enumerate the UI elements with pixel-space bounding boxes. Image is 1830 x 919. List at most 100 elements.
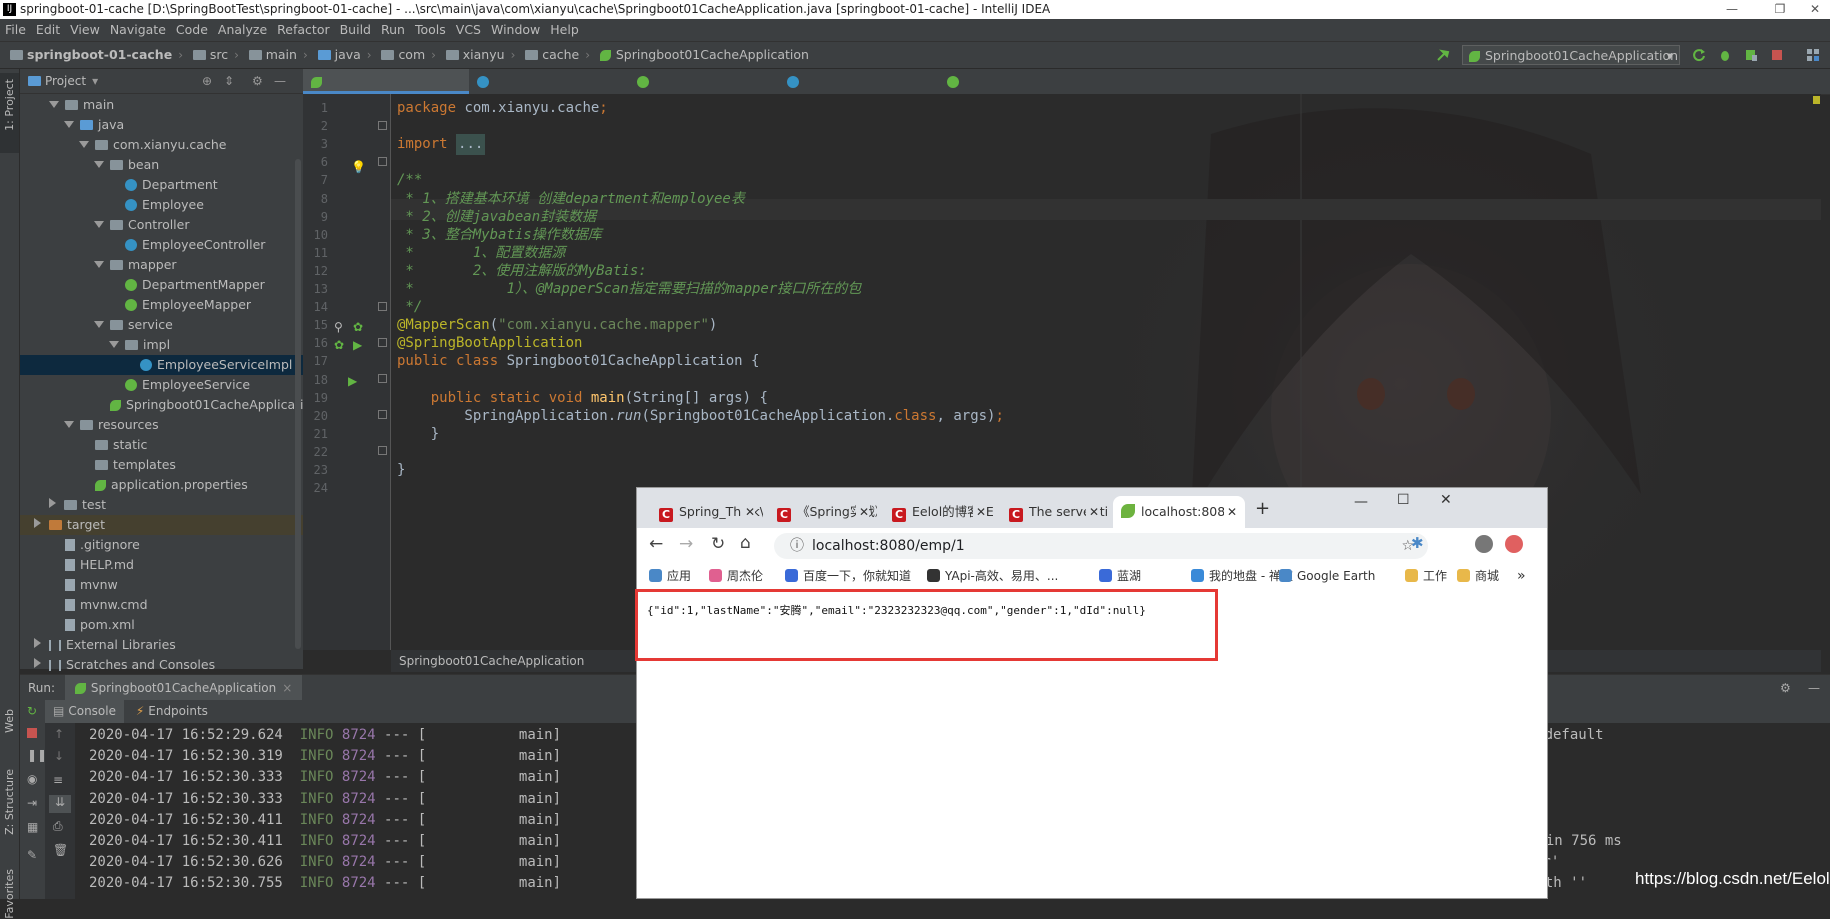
- menu-item-build[interactable]: Build: [335, 22, 376, 37]
- breadcrumb-cache[interactable]: cache: [521, 42, 583, 68]
- menu-item-window[interactable]: Window: [486, 22, 545, 37]
- chevron-right-icon[interactable]: [34, 638, 41, 648]
- tree-item-departmentmapper[interactable]: DepartmentMapper: [20, 275, 303, 295]
- browser-tab[interactable]: CThe server tin✕: [1001, 496, 1107, 528]
- close-icon[interactable]: ×: [282, 681, 292, 695]
- tree-item-test[interactable]: test: [20, 495, 303, 515]
- menu-item-refactor[interactable]: Refactor: [272, 22, 334, 37]
- tree-item-help-md[interactable]: HELP.md: [20, 555, 303, 575]
- back-arrow-icon[interactable]: ←: [649, 534, 663, 554]
- rerun-icon[interactable]: ↻: [27, 704, 37, 718]
- tree-item-employee[interactable]: Employee: [20, 195, 303, 215]
- gear-icon[interactable]: ⚙: [252, 69, 263, 93]
- chevron-down-icon[interactable]: [49, 101, 59, 108]
- breadcrumb-project[interactable]: springboot-01-cache: [6, 42, 176, 68]
- structure-tool-button[interactable]: Z: Structure: [3, 769, 16, 835]
- tree-item-com-xianyu-cache[interactable]: com.xianyu.cache: [20, 135, 303, 155]
- fold-marker-icon[interactable]: [378, 121, 387, 130]
- chevron-down-icon[interactable]: [64, 421, 74, 428]
- chevron-down-icon[interactable]: [79, 141, 89, 148]
- fold-marker-icon[interactable]: [378, 338, 387, 347]
- tree-item-static[interactable]: static: [20, 435, 303, 455]
- tree-item-springboot01cacheapplicati[interactable]: Springboot01CacheApplicati: [20, 395, 304, 415]
- chevron-down-icon[interactable]: ▾: [92, 74, 98, 88]
- run-config-tab[interactable]: Springboot01CacheApplication ×: [64, 675, 303, 701]
- chevron-right-icon[interactable]: [34, 518, 41, 528]
- tree-item-pom-xml[interactable]: pom.xml: [20, 615, 303, 635]
- fold-marker-icon[interactable]: [378, 410, 387, 419]
- tree-item-employeeserviceimpl[interactable]: EmployeeServiceImpl: [20, 355, 303, 375]
- chevron-right-icon[interactable]: [34, 658, 41, 668]
- close-icon[interactable]: ✕: [855, 496, 869, 528]
- forward-arrow-icon[interactable]: →: [679, 534, 693, 554]
- reload-icon[interactable]: ↻: [711, 534, 725, 554]
- favorites-tool-button[interactable]: Favorites: [3, 869, 16, 919]
- browser-tab[interactable]: C Eelol的博客_E ✕: [884, 496, 994, 528]
- browser-tab[interactable]: C《Spring实战》✕: [769, 496, 877, 528]
- scroll-to-end-icon[interactable]: ⇊: [49, 795, 71, 813]
- run-arrow-icon[interactable]: ▶: [348, 374, 357, 388]
- tree-item-application-properties[interactable]: application.properties: [20, 475, 303, 495]
- fold-marker-icon[interactable]: [378, 374, 387, 383]
- bookmark-item[interactable]: YApi-高效、易用、...: [927, 562, 1058, 590]
- menu-item-analyze[interactable]: Analyze: [213, 22, 272, 37]
- menu-item-edit[interactable]: Edit: [31, 22, 65, 37]
- browser-tab[interactable]: C Spring_Think\ ✕: [651, 496, 763, 528]
- fold-marker-icon[interactable]: [378, 446, 387, 455]
- exit-icon[interactable]: ⇥: [27, 796, 37, 810]
- up-arrow-icon[interactable]: ↑: [54, 727, 64, 741]
- hide-panel-icon[interactable]: —: [1808, 675, 1820, 701]
- run-arrow-icon[interactable]: ▶: [353, 338, 362, 352]
- collapse-all-icon[interactable]: ⇕: [224, 69, 234, 93]
- debug-bug-icon[interactable]: [1718, 48, 1732, 62]
- bookmark-item[interactable]: 我的地盘 - 禅道: [1191, 562, 1293, 590]
- editor-tab-employeeserviceimpl[interactable]: EmployeeServiceImpl.java×: [779, 69, 969, 114]
- tree-item-service[interactable]: service: [20, 315, 303, 335]
- print-icon[interactable]: ⎙: [53, 819, 63, 834]
- menu-item-code[interactable]: Code: [171, 22, 213, 37]
- tree-item-java[interactable]: java: [20, 115, 303, 135]
- tree-item-bean[interactable]: bean: [20, 155, 303, 175]
- editor-tab-springboot01cacheapplication[interactable]: Springboot01CacheApplication.java×: [303, 69, 551, 114]
- bookmark-item[interactable]: Google Earth: [1279, 562, 1375, 590]
- chevron-right-icon[interactable]: [49, 498, 56, 508]
- build-hammer-icon[interactable]: [1436, 48, 1450, 62]
- bookmark-item[interactable]: 蓝湖: [1099, 562, 1141, 590]
- tree-item-mapper[interactable]: mapper: [20, 255, 303, 275]
- editor-breadcrumb[interactable]: Springboot01CacheApplication: [391, 654, 584, 668]
- chevron-down-icon[interactable]: [94, 321, 104, 328]
- menu-item-vcs[interactable]: VCS: [451, 22, 486, 37]
- bulb-icon[interactable]: 💡: [351, 160, 366, 174]
- breadcrumb-xianyu[interactable]: xianyu: [442, 42, 509, 68]
- soft-wrap-icon[interactable]: ≡: [53, 773, 63, 787]
- tree-item-resources[interactable]: resources: [20, 415, 303, 435]
- chevron-down-icon[interactable]: [64, 121, 74, 128]
- minimize-button[interactable]: —: [1712, 0, 1752, 19]
- close-icon[interactable]: ✕: [972, 496, 986, 528]
- project-structure-icon[interactable]: [1806, 48, 1820, 62]
- bookmark-item[interactable]: 周杰伦: [709, 562, 763, 590]
- breadcrumb-src[interactable]: src: [189, 42, 232, 68]
- breadcrumb-com[interactable]: com: [377, 42, 429, 68]
- tree-item-scratches-and-consoles[interactable]: Scratches and Consoles: [20, 655, 303, 675]
- breadcrumb-class[interactable]: Springboot01CacheApplication: [596, 42, 813, 68]
- search-icon[interactable]: ⚲: [334, 320, 343, 334]
- more-bookmarks-button[interactable]: »: [1517, 562, 1526, 590]
- tree-item-target[interactable]: target: [20, 515, 303, 535]
- locate-icon[interactable]: ⊕: [202, 69, 212, 93]
- menu-item-help[interactable]: Help: [545, 22, 584, 37]
- bookmark-item[interactable]: 工作: [1405, 562, 1447, 590]
- breadcrumb-main[interactable]: main: [245, 42, 301, 68]
- editor-tab-employeeservice[interactable]: EmployeeService.java×: [629, 69, 792, 114]
- gear-icon[interactable]: ⚙: [1780, 675, 1791, 701]
- layout-icon[interactable]: ▦: [27, 820, 38, 834]
- tree-item-impl[interactable]: impl: [20, 335, 303, 355]
- menu-item-tools[interactable]: Tools: [410, 22, 451, 37]
- restore-button[interactable]: ❐: [1760, 0, 1800, 19]
- editor-tab-employeemapper[interactable]: EmployeeMapper.java×: [939, 69, 1104, 114]
- close-window-button[interactable]: ✕: [1795, 0, 1830, 19]
- fold-marker-icon[interactable]: [378, 302, 387, 311]
- stop-icon[interactable]: [1770, 48, 1784, 62]
- tree-item-employeeservice[interactable]: EmployeeService: [20, 375, 303, 395]
- run-configuration-dropdown[interactable]: Springboot01CacheApplication ▾: [1462, 45, 1680, 65]
